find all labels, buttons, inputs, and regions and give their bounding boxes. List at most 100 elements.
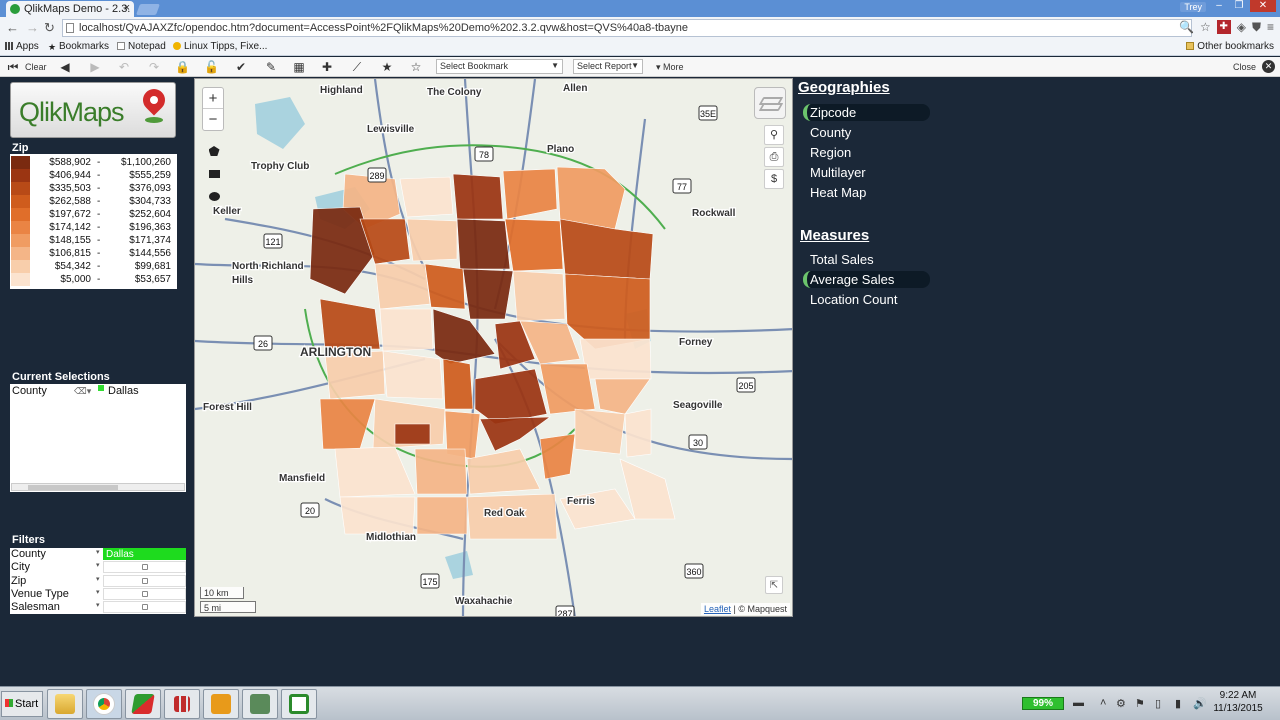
power-icon[interactable]: ▬	[1073, 697, 1084, 709]
flag-icon[interactable]: ⚑	[1135, 697, 1145, 710]
qlik-app[interactable]	[125, 689, 161, 719]
chart-icon[interactable]: ▦	[292, 60, 306, 74]
measure-location-count[interactable]: Location Count	[803, 291, 930, 308]
zoom-in-button[interactable]: +	[203, 88, 223, 109]
bookmark-apps[interactable]: Apps	[5, 41, 39, 52]
measure-total-sales[interactable]: Total Sales	[803, 251, 930, 268]
bookmark-bookmarks[interactable]: ★ Bookmarks	[48, 41, 109, 52]
chevron-down-icon[interactable]: ▾	[96, 548, 100, 556]
chevron-down-icon[interactable]: ▾	[96, 561, 100, 569]
geography-region[interactable]: Region	[803, 144, 930, 161]
filter-row[interactable]: Venue Type ▾	[10, 587, 186, 601]
menu-icon[interactable]: ≡	[1267, 20, 1274, 35]
search-location-icon[interactable]: ⚲	[764, 125, 784, 145]
forward-selection-icon[interactable]: ▶	[88, 60, 102, 74]
chrome-app[interactable]	[86, 689, 122, 719]
explorer-app[interactable]	[47, 689, 83, 719]
clear-button[interactable]: Clear	[25, 60, 47, 74]
draw-rectangle-icon[interactable]	[204, 164, 224, 184]
geography-multilayer[interactable]: Multilayer	[803, 164, 930, 181]
other-bookmarks[interactable]: Other bookmarks	[1186, 41, 1274, 52]
brush-icon[interactable]: ⟋	[350, 60, 364, 74]
layers-icon[interactable]	[754, 87, 786, 119]
map-canvas[interactable]: 78 289 35E 77 121 26 205 30 20 175 360 287 Highland T…	[195, 79, 793, 617]
geography-heat-map[interactable]: Heat Map	[803, 184, 930, 201]
reload-icon[interactable]: ↻	[44, 20, 55, 36]
selection-value[interactable]: Dallas	[108, 385, 139, 397]
scrollbar-thumb[interactable]	[28, 485, 118, 490]
geography-county[interactable]: County	[803, 124, 930, 141]
lock-icon[interactable]: 🔒	[175, 60, 190, 74]
battery-indicator[interactable]: 99%	[1022, 697, 1064, 710]
edit-icon[interactable]: ✎	[264, 60, 278, 74]
tray-expand-icon[interactable]: ˄	[1100, 697, 1106, 709]
horizontal-scrollbar[interactable]	[11, 483, 185, 491]
chevron-down-icon[interactable]: ▾	[96, 601, 100, 609]
close-icon[interactable]: ✕	[1262, 60, 1275, 73]
filter-value[interactable]	[103, 574, 186, 587]
map-view[interactable]: 78 289 35E 77 121 26 205 30 20 175 360 287 Highland T…	[194, 78, 793, 617]
checkbox[interactable]	[142, 590, 148, 597]
check-icon[interactable]: ✔	[234, 60, 248, 74]
filter-value[interactable]	[103, 587, 186, 600]
start-button[interactable]: Start	[1, 691, 43, 717]
shield-icon[interactable]: ⛊	[1252, 20, 1261, 35]
unlock-icon[interactable]: 🔓	[204, 60, 219, 74]
dollar-icon[interactable]: $	[764, 169, 784, 189]
apps-grid-app[interactable]	[164, 689, 200, 719]
checkbox[interactable]	[142, 577, 148, 584]
bookmark-notepad[interactable]: Notepad	[117, 41, 166, 52]
browser-tab[interactable]: QlikMaps Demo - 2.3. ×	[6, 1, 134, 17]
camtasia-app[interactable]	[281, 689, 317, 719]
draw-polygon-icon[interactable]	[204, 141, 224, 161]
select-report-dropdown[interactable]: Select Report ▼	[573, 59, 643, 74]
clear-selection-icon[interactable]: ⌫▾	[74, 387, 91, 396]
chevron-down-icon[interactable]: ▾	[96, 588, 100, 596]
geography-zipcode[interactable]: Zipcode	[803, 104, 930, 121]
forward-icon[interactable]: →	[26, 20, 39, 35]
bookmark-linux-tipps[interactable]: Linux Tipps, Fixe...	[173, 41, 267, 52]
tab-close-icon[interactable]: ×	[124, 2, 130, 14]
zoom-out-button[interactable]: −	[203, 109, 223, 130]
settings-icon[interactable]: ⚙	[1116, 697, 1126, 710]
clear-icon[interactable]: ⏮	[6, 60, 20, 74]
outlook-app[interactable]	[203, 689, 239, 719]
device-icon[interactable]: ▯	[1155, 697, 1161, 710]
window-close-icon[interactable]: ✕	[1250, 0, 1276, 12]
filter-row[interactable]: County ▾ Dallas	[10, 548, 186, 561]
filter-value[interactable]	[103, 601, 186, 614]
print-icon[interactable]: ⎙	[764, 147, 784, 167]
select-bookmark-dropdown[interactable]: Select Bookmark ▼	[436, 59, 563, 74]
filter-row[interactable]: Zip ▾	[10, 574, 186, 588]
extension2-icon[interactable]: ◈	[1237, 20, 1246, 35]
back-icon[interactable]: ←	[6, 20, 19, 35]
url-input[interactable]: localhost/QvAJAXZfc/opendoc.htm?document…	[62, 19, 1192, 37]
bookmark-star-icon[interactable]: ☆	[1200, 20, 1211, 35]
filter-value[interactable]: Dallas	[103, 548, 186, 560]
checkbox[interactable]	[142, 564, 148, 571]
redo-icon[interactable]: ↷	[147, 60, 161, 74]
bookmark-icon[interactable]: ☆	[409, 60, 423, 74]
undo-icon[interactable]: ↶	[117, 60, 131, 74]
checkbox[interactable]	[142, 604, 148, 611]
filter-value[interactable]	[103, 561, 186, 574]
draw-circle-icon[interactable]	[204, 186, 224, 206]
close-button[interactable]: Close	[1233, 60, 1256, 74]
add-icon[interactable]: ✚	[320, 60, 334, 74]
volume-icon[interactable]: 🔊	[1193, 697, 1207, 710]
profile-name[interactable]: Trey	[1180, 2, 1206, 12]
measure-average-sales[interactable]: Average Sales	[803, 271, 930, 288]
collapse-icon[interactable]: ⇱	[765, 576, 783, 594]
extension-icon[interactable]: ✚	[1216, 20, 1231, 34]
maximize-icon[interactable]: ❐	[1230, 0, 1248, 12]
more-button[interactable]: ▾ More	[656, 60, 684, 74]
chevron-down-icon[interactable]: ▾	[96, 575, 100, 583]
leaflet-link[interactable]: Leaflet	[704, 604, 731, 614]
filter-row[interactable]: Salesman ▾	[10, 601, 186, 614]
zoom-icon[interactable]: 🔍	[1179, 20, 1194, 35]
system-clock[interactable]: 9:22 AM 11/13/2015	[1212, 689, 1264, 715]
minimize-icon[interactable]: –	[1210, 0, 1228, 12]
evernote-app[interactable]	[242, 689, 278, 719]
new-tab-button[interactable]	[135, 4, 161, 15]
signal-icon[interactable]: ▮	[1175, 697, 1181, 710]
